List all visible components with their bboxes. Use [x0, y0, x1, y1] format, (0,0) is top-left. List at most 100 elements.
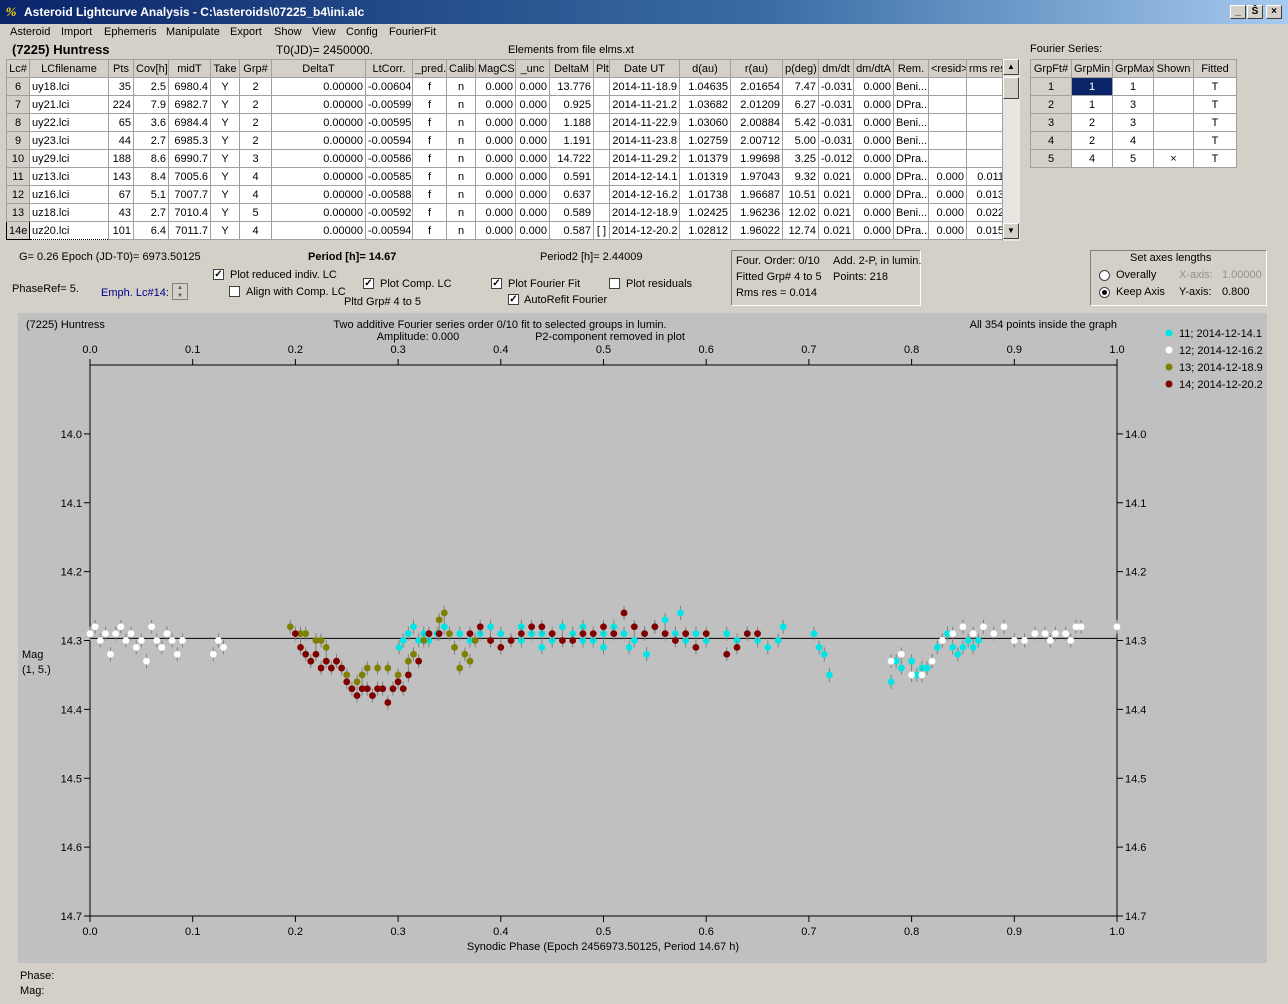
lc-header[interactable]: LtCorr.: [365, 59, 413, 78]
data-point[interactable]: [363, 664, 371, 672]
data-point[interactable]: [810, 630, 818, 638]
lc-cell[interactable]: 0.000: [515, 221, 550, 240]
lc-cell[interactable]: 9.32: [782, 167, 819, 186]
lc-cell[interactable]: 35: [108, 77, 134, 96]
lc-cell[interactable]: Y: [210, 203, 240, 222]
lc-cell[interactable]: -0.00604: [365, 77, 413, 96]
lc-cell[interactable]: uy22.lci: [29, 113, 109, 132]
lc-cell[interactable]: 6.27: [782, 95, 819, 114]
data-point[interactable]: [651, 623, 659, 631]
lc-cell[interactable]: 1.01319: [679, 167, 731, 186]
data-point[interactable]: [1113, 623, 1121, 631]
data-point[interactable]: [600, 623, 607, 631]
lc-cell[interactable]: DPra...: [893, 149, 929, 168]
lc-cell[interactable]: 0.587: [549, 221, 594, 240]
data-point[interactable]: [990, 630, 998, 638]
lc-cell[interactable]: 4: [239, 221, 272, 240]
lc-cell[interactable]: n: [446, 221, 476, 240]
data-point[interactable]: [117, 623, 125, 631]
fs-cell[interactable]: T: [1193, 149, 1237, 168]
lc-cell[interactable]: 9: [6, 131, 30, 150]
lc-header[interactable]: DeltaT: [271, 59, 366, 78]
lc-cell[interactable]: f: [412, 95, 447, 114]
lc-cell[interactable]: 2014-12-18.9: [609, 203, 680, 222]
data-point[interactable]: [933, 643, 941, 651]
lc-cell[interactable]: 0.00000: [271, 131, 366, 150]
lc-cell[interactable]: 224: [108, 95, 134, 114]
data-point[interactable]: [158, 643, 166, 651]
lc-cell[interactable]: 0.013: [966, 185, 1007, 204]
data-point[interactable]: [384, 699, 392, 706]
spin-up-icon[interactable]: ▲: [173, 284, 187, 292]
fs-cell[interactable]: [1153, 113, 1194, 132]
lc-header[interactable]: <resid>: [928, 59, 967, 78]
lc-cell[interactable]: 0.000: [475, 185, 516, 204]
lc-cell[interactable]: 0.000: [515, 95, 550, 114]
lc-cell[interactable]: 0.015: [966, 221, 1007, 240]
emph-spinner[interactable]: ▲ ▼: [172, 283, 188, 300]
restore-button[interactable]: Š: [1247, 5, 1263, 19]
data-point[interactable]: [625, 643, 633, 651]
lc-cell[interactable]: 7010.4: [168, 203, 211, 222]
lc-cell[interactable]: [593, 113, 610, 132]
data-point[interactable]: [302, 650, 310, 658]
data-point[interactable]: [214, 637, 222, 644]
data-point[interactable]: [353, 678, 361, 686]
lc-cell[interactable]: 2.7: [133, 131, 169, 150]
lc-cell[interactable]: 1.01738: [679, 185, 731, 204]
lc-cell[interactable]: Beni...: [893, 131, 929, 150]
fs-cell[interactable]: T: [1193, 113, 1237, 132]
lc-cell[interactable]: f: [412, 221, 447, 240]
lc-cell[interactable]: 8.6: [133, 149, 169, 168]
data-point[interactable]: [384, 664, 392, 672]
lc-cell[interactable]: 0.589: [549, 203, 594, 222]
align-comp-checkbox[interactable]: [229, 286, 240, 297]
data-point[interactable]: [682, 630, 690, 638]
lc-cell[interactable]: 0.000: [515, 167, 550, 186]
lc-cell[interactable]: 0.000: [853, 185, 894, 204]
overally-radio[interactable]: [1099, 270, 1110, 281]
lc-cell[interactable]: [928, 149, 967, 168]
lc-header[interactable]: _unc: [515, 59, 550, 78]
fs-cell[interactable]: 3: [1112, 95, 1154, 114]
lc-cell[interactable]: 6: [6, 77, 30, 96]
lc-cell[interactable]: uz20.lci: [29, 221, 109, 240]
lc-cell[interactable]: Beni...: [893, 113, 929, 132]
lc-cell[interactable]: 10: [6, 149, 30, 168]
lc-header[interactable]: Plt: [593, 59, 610, 78]
data-point[interactable]: [404, 657, 412, 665]
data-point[interactable]: [86, 630, 94, 638]
data-point[interactable]: [897, 650, 905, 658]
data-point[interactable]: [928, 657, 936, 665]
lc-cell[interactable]: [928, 95, 967, 114]
lc-cell[interactable]: 4: [239, 185, 272, 204]
fs-cell[interactable]: ×: [1153, 149, 1194, 168]
lc-cell[interactable]: [593, 95, 610, 114]
lc-cell[interactable]: 1.96022: [730, 221, 783, 240]
data-point[interactable]: [353, 692, 361, 699]
lc-cell[interactable]: 0.000: [475, 167, 516, 186]
lc-cell[interactable]: 0.000: [853, 95, 894, 114]
lc-cell[interactable]: 1.02812: [679, 221, 731, 240]
lc-cell[interactable]: 13: [6, 203, 30, 222]
plot-comp-checkbox[interactable]: ✓: [363, 278, 374, 289]
data-point[interactable]: [440, 623, 448, 631]
lc-cell[interactable]: 2: [239, 113, 272, 132]
menu-ephemeris[interactable]: Ephemeris: [104, 26, 157, 38]
fs-cell[interactable]: 2: [1071, 131, 1113, 150]
menu-view[interactable]: View: [312, 26, 336, 38]
data-point[interactable]: [425, 630, 433, 638]
lc-cell[interactable]: Y: [210, 221, 240, 240]
lc-header[interactable]: Lc#: [6, 59, 30, 78]
lc-cell[interactable]: 5.00: [782, 131, 819, 150]
data-point[interactable]: [559, 637, 566, 644]
lc-cell[interactable]: 12.02: [782, 203, 819, 222]
data-point[interactable]: [143, 657, 150, 665]
lc-cell[interactable]: DPra...: [893, 95, 929, 114]
lc-cell[interactable]: 0.000: [515, 113, 550, 132]
lc-cell[interactable]: 2.01209: [730, 95, 783, 114]
lc-cell[interactable]: -0.00588: [365, 185, 413, 204]
data-point[interactable]: [466, 657, 474, 665]
lc-cell[interactable]: 7011.7: [168, 221, 211, 240]
lc-cell[interactable]: 0.000: [515, 77, 550, 96]
